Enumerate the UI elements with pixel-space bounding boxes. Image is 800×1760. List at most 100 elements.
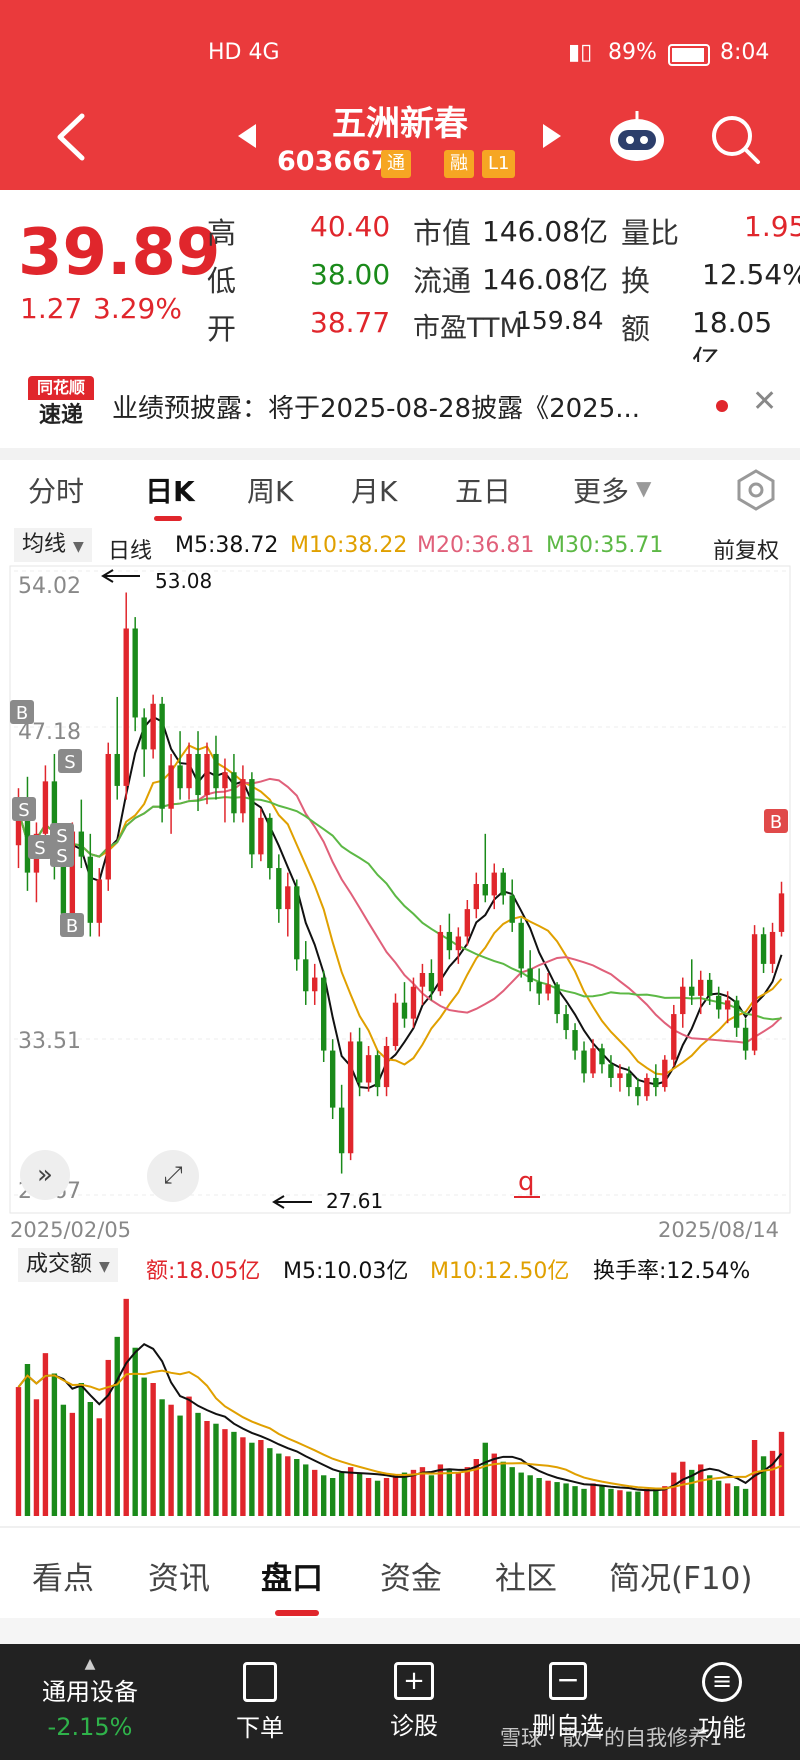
volume-m5: M5:10.03亿 (283, 1259, 409, 1284)
tab-daily-k[interactable]: 日K (145, 470, 195, 510)
candle (635, 1077, 641, 1106)
news-logo: 同花顺 速递 (28, 376, 94, 434)
trade-marker-b: B (60, 913, 84, 937)
volume-bar (87, 1402, 93, 1516)
candle (428, 959, 435, 1001)
ma5-line (17, 715, 783, 1090)
volume-bar (554, 1482, 560, 1516)
handwritten-mark: q (518, 1167, 535, 1197)
mktcap-label: 市值 (413, 216, 472, 250)
tab-highlights[interactable]: 看点 (32, 1553, 94, 1598)
candle-body (509, 895, 515, 923)
tab-f10[interactable]: 简况(F10) (609, 1553, 752, 1598)
adjust-mode[interactable]: 前复权 (713, 533, 779, 565)
volume-chart[interactable] (0, 1284, 800, 1520)
candle-body (150, 703, 156, 750)
tab-community[interactable]: 社区 (495, 1553, 557, 1598)
candle-body (159, 703, 165, 809)
sector-info[interactable]: ▲ 通用设备 -2.15% (20, 1656, 160, 1741)
news-logo-bottom: 速递 (38, 403, 83, 428)
volume-bar (482, 1442, 488, 1516)
volume-selector-label: 成交额 (26, 1252, 93, 1277)
order-button[interactable]: 下单 (210, 1662, 310, 1743)
volume-bar (213, 1423, 219, 1516)
candle (446, 913, 453, 960)
candle-body (276, 868, 282, 910)
ma-selector[interactable]: 均线 ▼ (14, 528, 92, 562)
tab-five-day[interactable]: 五日 (455, 470, 511, 510)
volume-bar (599, 1486, 605, 1516)
candle-body (294, 886, 300, 960)
candle (33, 822, 40, 903)
tab-news[interactable]: 资讯 (148, 1553, 210, 1598)
trade-marker-label: B (770, 812, 782, 833)
candle (177, 731, 183, 800)
candle (500, 868, 506, 905)
candle (365, 1046, 372, 1092)
search-icon[interactable] (708, 112, 762, 166)
clock: 8:04 (720, 40, 770, 65)
tab-weekly-k[interactable]: 周K (247, 470, 293, 510)
tab-orderbook[interactable]: 盘口 (261, 1553, 323, 1598)
candle (509, 879, 515, 932)
high-value: 40.40 (310, 210, 391, 243)
volume-bar (572, 1486, 578, 1516)
candle-body (329, 1050, 336, 1108)
candle-body (689, 986, 695, 996)
candle-body (554, 984, 560, 1015)
candlestick-chart[interactable]: 54.02 47.18 33.51 26.67 53.08 27.61 q BS… (0, 565, 800, 1215)
candle (671, 1004, 677, 1067)
volume-bar (222, 1429, 228, 1516)
candle-body (599, 1048, 605, 1065)
settings-hexagon-icon[interactable] (734, 468, 778, 512)
robot-assistant-icon[interactable] (606, 108, 668, 164)
volume-bar (347, 1467, 354, 1516)
candle-body (204, 753, 210, 796)
volume-bar (437, 1464, 444, 1516)
candle-body (258, 817, 264, 855)
volume-bar (96, 1418, 102, 1516)
trade-marker-label: B (16, 703, 28, 724)
candle (285, 872, 291, 937)
candle (96, 868, 102, 937)
candle (123, 592, 129, 800)
candle-body (356, 1041, 363, 1083)
close-icon[interactable]: ✕ (752, 384, 777, 419)
candle-body (132, 628, 138, 718)
level-tag: L1 (482, 150, 516, 178)
volume-bar (294, 1459, 300, 1516)
menu-circle-icon: ≡ (702, 1662, 742, 1702)
active-tab-indicator (154, 516, 182, 521)
diagnose-button[interactable]: + 诊股 (364, 1662, 464, 1741)
volume-bar (249, 1442, 255, 1516)
volume-bar (590, 1483, 596, 1516)
candle-body (590, 1048, 596, 1074)
volume-bar (545, 1480, 551, 1516)
volume-bar (123, 1298, 129, 1516)
fullscreen-icon[interactable]: ⤢ (147, 1150, 199, 1202)
tab-fenshi[interactable]: 分时 (28, 470, 84, 510)
volume-bar (662, 1486, 668, 1516)
tab-capital[interactable]: 资金 (380, 1553, 442, 1598)
candle (401, 982, 408, 1028)
volume-bar (626, 1491, 632, 1516)
chevron-up-icon: ▲ (84, 1656, 96, 1672)
candle (581, 1041, 587, 1083)
trade-marker-b: B (764, 809, 788, 833)
tab-monthly-k[interactable]: 月K (351, 470, 397, 510)
expand-left-icon[interactable]: » (20, 1150, 70, 1200)
volume-bar (581, 1488, 587, 1516)
sector-name: 通用设备 (42, 1678, 138, 1706)
chart-grid (14, 570, 786, 1196)
candle-body (249, 779, 255, 855)
volume-selector[interactable]: 成交额 ▼ (18, 1248, 118, 1282)
end-date: 2025/08/14 (658, 1218, 780, 1242)
next-stock-icon[interactable] (541, 122, 563, 150)
candle (249, 772, 255, 869)
volume-bar (312, 1469, 318, 1516)
news-ticker[interactable]: 同花顺 速递 业绩预披露：将于2025-08-28披露《2025... ✕ (0, 362, 800, 448)
candle-body (410, 986, 417, 1019)
tab-more[interactable]: 更多 (573, 470, 629, 510)
diagnose-label: 诊股 (390, 1712, 438, 1740)
volume-bar (177, 1415, 183, 1516)
